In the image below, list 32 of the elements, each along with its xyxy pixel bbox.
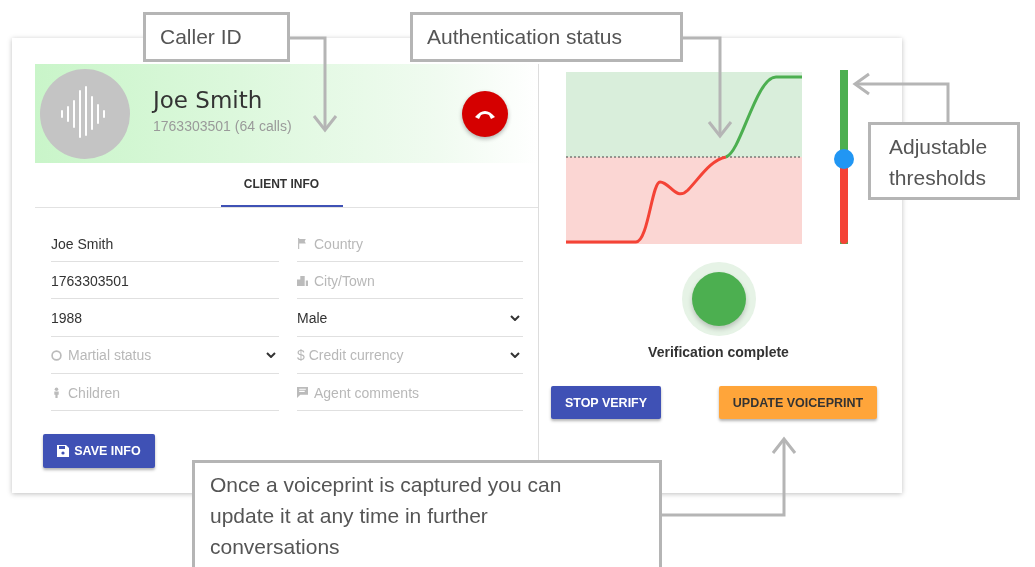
client-info-tab[interactable]: CLIENT INFO [220,163,343,207]
input-field[interactable]: Country [314,235,523,252]
update-voiceprint-button[interactable]: UPDATE VOICEPRINT [719,386,877,419]
input-field[interactable]: 1988 [51,310,279,327]
callout-box: Once a voiceprint is captured you can update it at any time in further conversations [192,460,662,567]
verification-status: Verification complete [648,344,789,360]
comment-icon [297,387,308,399]
callout-box: Caller ID [143,12,290,62]
input-field[interactable]: Joe Smith [51,235,279,252]
slider-thumb[interactable] [833,148,854,169]
caller-name: Joe Smith [153,87,264,113]
flag-icon [297,238,308,249]
input-field[interactable]: 1763303501 [51,272,279,289]
input-field[interactable]: Agent comments [314,384,523,401]
save-info-button[interactable]: SAVE INFO [43,434,155,469]
chevron-down-icon [510,352,520,359]
callout-box: Adjustable thresholds [868,122,1020,200]
chevron-down-icon [266,352,276,359]
input-field[interactable]: $ Credit currency [297,347,510,364]
input-field[interactable]: Martial status [68,347,266,364]
input-field[interactable]: Male [297,310,510,327]
callout-box: Authentication status [410,12,683,62]
input-field[interactable]: Children [68,384,279,401]
chevron-down-icon [510,315,520,322]
person-icon [51,387,62,399]
hang-up-button[interactable] [462,90,508,137]
stop-verify-button[interactable]: STOP VERIFY [551,386,661,419]
caller-number: 1763303501 (64 calls) [153,118,293,134]
ring-icon [51,349,62,361]
building-icon [297,275,308,287]
voice-avatar-icon [40,68,130,159]
input-field[interactable]: City/Town [314,272,523,289]
